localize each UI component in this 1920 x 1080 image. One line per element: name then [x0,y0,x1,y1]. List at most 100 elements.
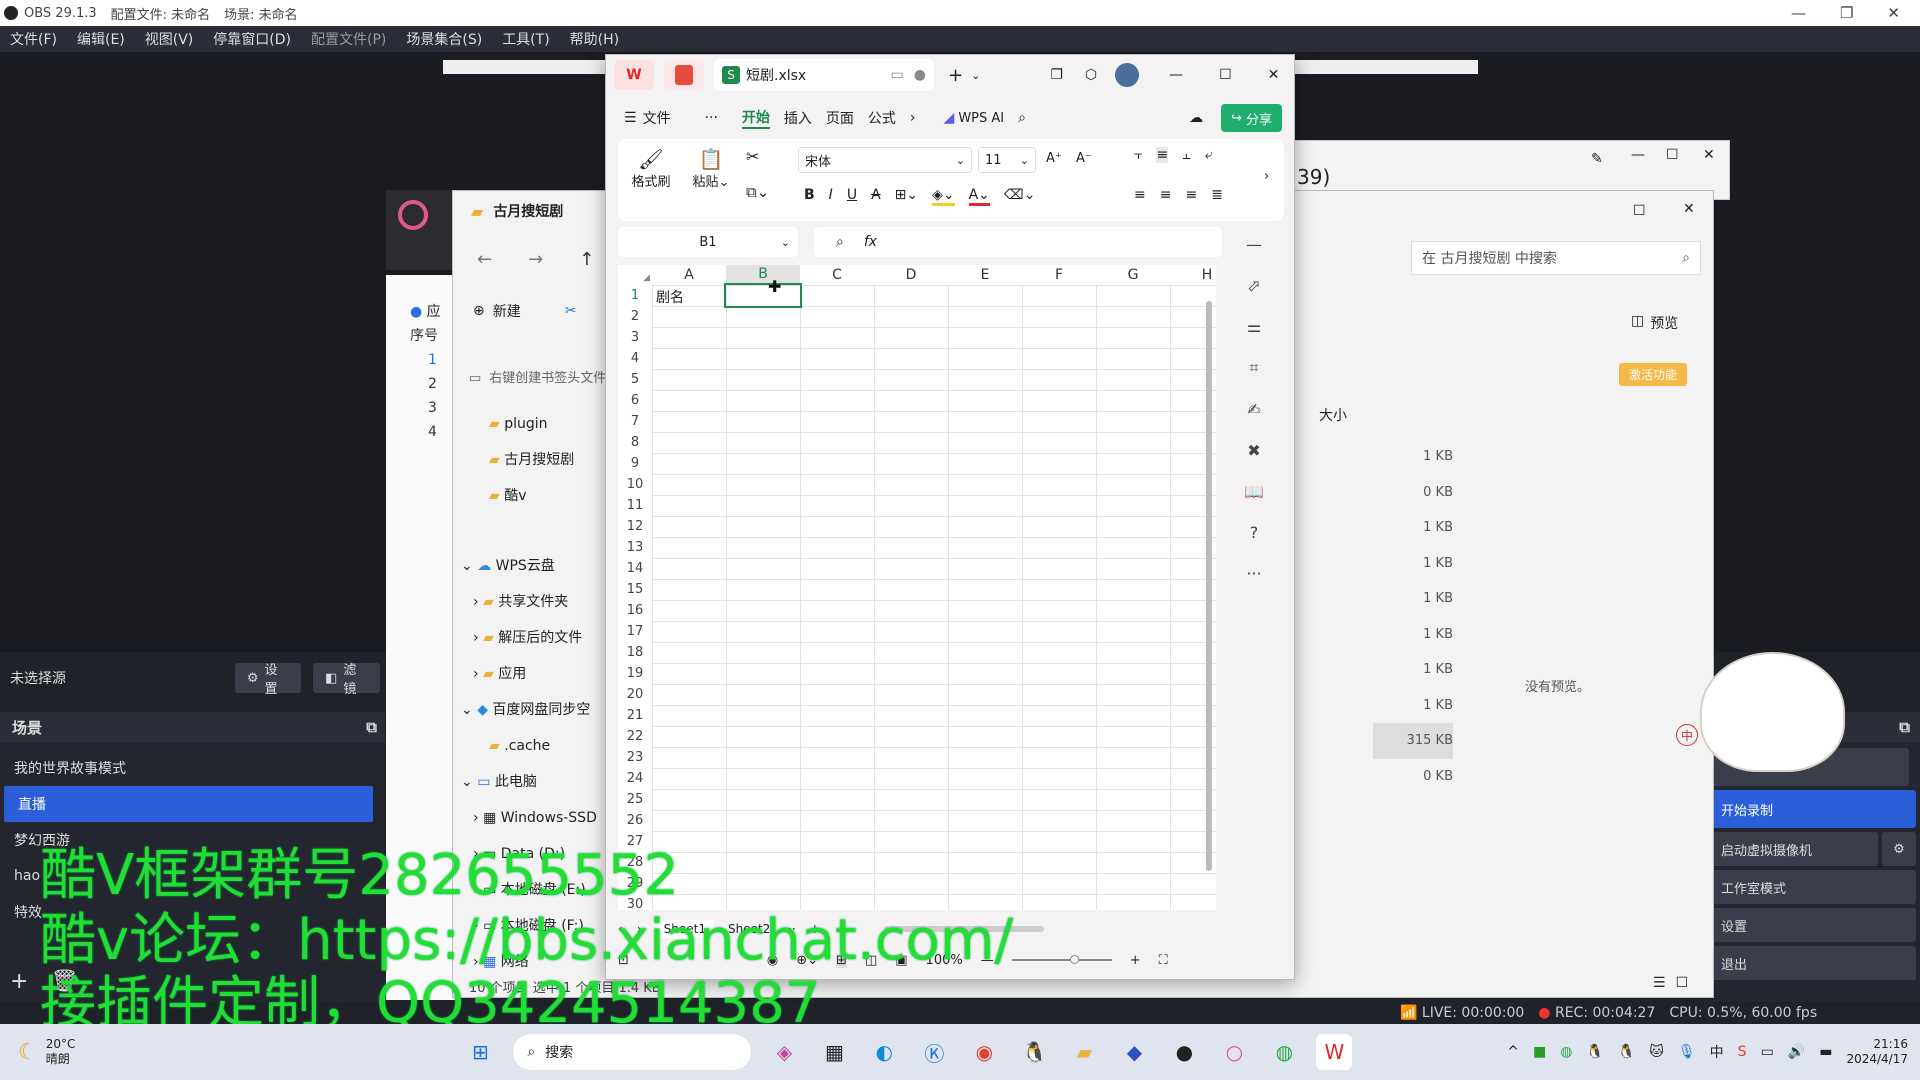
cut-icon[interactable]: ✂ [746,147,759,166]
name-box[interactable]: B1 ⌄ [618,227,798,257]
strikethrough-icon[interactable]: A [871,187,881,206]
tools-icon[interactable]: ✖ [1247,441,1260,460]
tree-item[interactable]: ▰ .cache [453,728,613,764]
tray-app-icon[interactable]: ■ [1533,1044,1546,1060]
formula-bar[interactable]: ⌕ fx [814,227,1222,257]
add-icon[interactable]: + [10,969,28,994]
source-filters-button[interactable]: ◧ 滤镜 [313,663,380,697]
weather-widget[interactable]: ☾ 20°C 晴朗 [18,1037,75,1067]
search-box[interactable]: 在 古月搜短剧 中搜索 ⌕ [1411,241,1701,275]
fx-icon[interactable]: fx [864,234,877,250]
activate-badge[interactable]: 激活功能 [1619,363,1688,386]
paste-button[interactable]: 📋 粘贴⌄ [686,147,736,190]
tile-view-icon[interactable]: ☐ [1676,975,1689,991]
align-bottom-icon[interactable]: ⫠ [1182,147,1190,163]
back-icon[interactable]: ← [477,249,492,270]
adjust-icon[interactable]: ⚌ [1247,317,1261,336]
tree-item[interactable]: ⌄ ▭ 此电脑 [453,764,613,800]
tree-item[interactable]: ▰ plugin [453,406,613,442]
eraser-icon[interactable]: ⌫⌄ [1004,187,1036,206]
tray-red-icon[interactable]: S [1738,1044,1747,1060]
align-right-icon[interactable]: ≡ [1185,187,1197,203]
close-icon[interactable]: ✕ [1703,147,1715,163]
align-middle-icon[interactable]: ≡ [1156,147,1169,163]
pin-icon[interactable]: ✎ [1591,151,1603,167]
tree-item[interactable]: ▰ 古月搜短剧 [453,442,613,478]
minimize-icon[interactable]: — [1791,4,1806,22]
window-icon[interactable]: ❐ [1050,67,1063,83]
row-header[interactable]: 23 [618,747,652,768]
more-icon[interactable]: ··· [705,110,718,126]
source-settings-button[interactable]: ⚙ 设置 [234,663,302,697]
minimize-icon[interactable]: — [1631,147,1645,163]
tree-item[interactable]: ⌄ ◆ 百度网盘同步空 [453,692,613,728]
bold-icon[interactable]: B [804,187,815,206]
font-color-icon[interactable]: A⌄ [968,187,990,206]
size-column-header[interactable]: 大小 [1319,405,1347,425]
row-header[interactable]: 8 [618,432,652,453]
row-header[interactable]: 10 [618,474,652,495]
row-header[interactable]: 7 [618,411,652,432]
column-header[interactable]: E [948,265,1022,285]
wps-logo-icon[interactable]: W [614,60,654,90]
share-button[interactable]: ↪ 分享 [1221,104,1282,132]
copy-icon[interactable]: ⧉⌄ [746,183,769,201]
settings-button[interactable]: 设置 [1709,908,1916,942]
underline-icon[interactable]: U [847,187,857,206]
start-recording-button[interactable]: 开始录制 [1709,790,1916,828]
virtual-camera-button[interactable]: 启动虚拟摄像机 [1709,832,1878,866]
tab-insert[interactable]: 插入 [784,108,812,128]
zoom-formula-icon[interactable]: ⌕ [836,234,844,250]
align-top-icon[interactable]: ⫟ [1134,147,1142,163]
scene-item-active[interactable]: 直播 [4,786,373,822]
column-header[interactable]: B [726,265,800,285]
column-header[interactable]: D [874,265,948,285]
tray-cat-icon[interactable]: 🐱 [1649,1044,1664,1060]
avatar[interactable] [1115,63,1140,87]
ime-icon[interactable]: 中 [1710,1042,1724,1062]
edge-icon[interactable]: ◐ [866,1034,902,1070]
row-header[interactable]: 6 [618,390,652,411]
row-header[interactable]: 18 [618,642,652,663]
row-header[interactable]: 13 [618,537,652,558]
chevron-right-icon[interactable]: › [910,110,916,126]
pink-app-icon[interactable]: ○ [1216,1034,1252,1070]
studio-mode-button[interactable]: 工作室模式 [1709,870,1916,904]
row-header[interactable]: 3 [618,327,652,348]
tab-page[interactable]: 页面 [826,108,854,128]
help-icon[interactable]: ? [1250,523,1259,542]
virtual-camera-settings-button[interactable]: ⚙ [1882,832,1916,866]
pdf-icon[interactable] [664,60,704,90]
row-header[interactable]: 22 [618,726,652,747]
new-button[interactable]: 新建 [493,301,521,321]
windows-start-icon[interactable]: ⊞ [462,1034,498,1070]
menu-edit[interactable]: 编辑(E) [77,29,125,49]
more-icon[interactable]: ··· [1246,564,1261,583]
select-all-corner[interactable]: ◢ [618,265,652,285]
border-icon[interactable]: ⊞⌄ [895,187,918,206]
book-icon[interactable]: 📖 [1244,482,1264,501]
row-header[interactable]: 15 [618,579,652,600]
taskbar-search[interactable]: ⌕ 搜索 [513,1034,752,1070]
chrome-icon[interactable]: ◉ [966,1034,1002,1070]
file-menu[interactable]: 文件 [643,108,671,128]
explorer-maximize[interactable]: ☐ [1633,203,1646,219]
menu-view[interactable]: 视图(V) [145,29,194,49]
row-header[interactable]: 14 [618,558,652,579]
column-header[interactable]: G [1096,265,1170,285]
scene-item[interactable]: 我的世界故事模式 [0,750,385,786]
menu-tools[interactable]: 工具(T) [502,29,549,49]
zoom-slider[interactable] [1011,955,1112,964]
wps-icon[interactable]: W [1316,1034,1353,1070]
search-icon[interactable]: ⌕ [1018,110,1026,126]
maximize-icon[interactable]: ☐ [1666,147,1679,163]
tree-item[interactable]: › ▰ 解压后的文件 [453,620,613,656]
tray-expand-icon[interactable]: ^ [1507,1044,1519,1060]
tree-item[interactable]: › ▰ 共享文件夹 [453,584,613,620]
monitor-icon[interactable]: ▭ [891,67,904,83]
font-size-down-icon[interactable]: A⁻ [1076,151,1092,166]
justify-icon[interactable]: ≣ [1211,187,1223,203]
cloud-sync-icon[interactable]: ☁ [1189,110,1203,126]
qq-icon[interactable]: 🐧 [1016,1034,1052,1070]
undock-icon[interactable]: ⧉ [1899,718,1910,736]
